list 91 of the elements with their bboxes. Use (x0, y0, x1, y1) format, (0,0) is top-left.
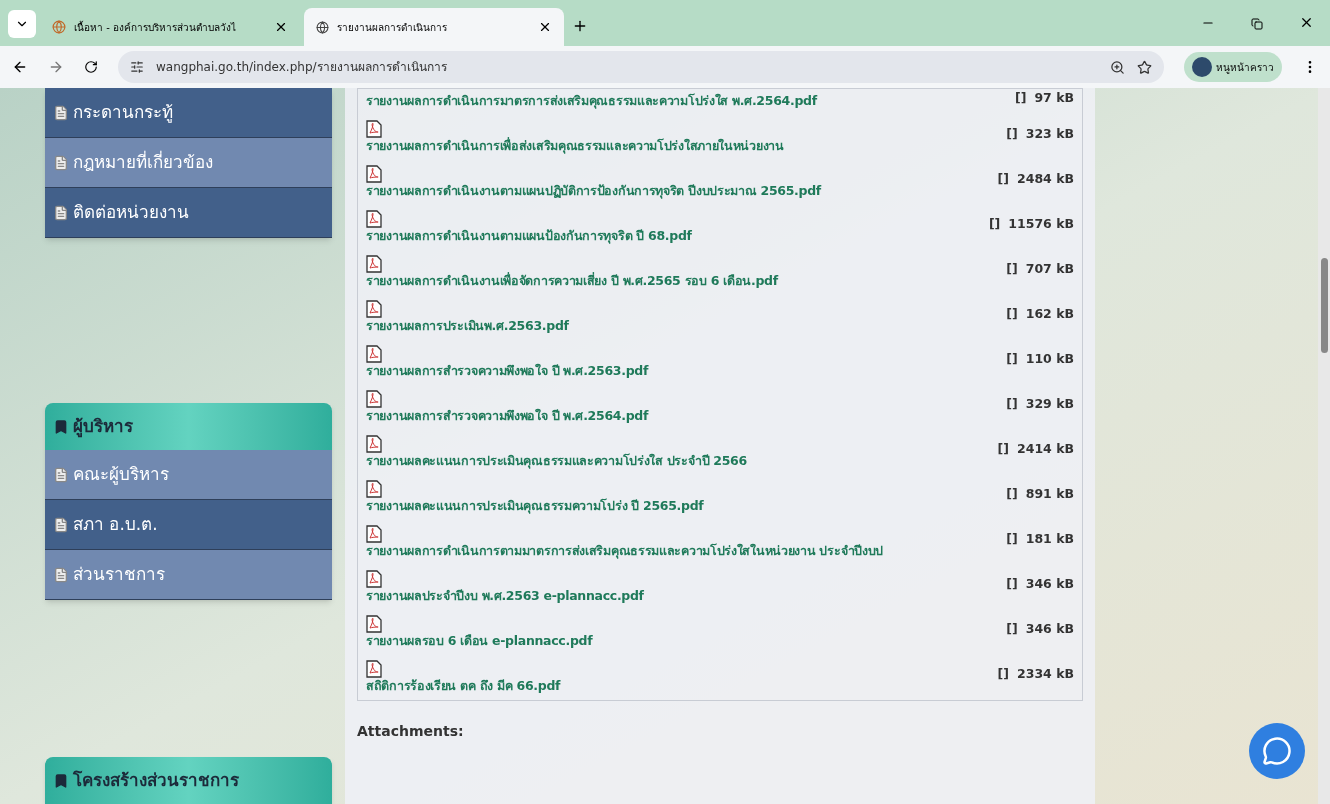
pdf-file-icon (366, 255, 382, 274)
file-marker: [] (1006, 575, 1018, 593)
zoom-icon[interactable] (1110, 59, 1125, 75)
sidebar-menu-item[interactable]: ส่วนราชการ (45, 550, 332, 600)
file-link[interactable]: สถิติการร้องเรียน ตค ถึง มีค 66.pdf (366, 678, 984, 694)
pdf-file-icon (366, 570, 382, 589)
close-icon[interactable] (538, 20, 552, 34)
chat-bubble-icon (1262, 736, 1292, 766)
pdf-file-icon (366, 435, 382, 454)
pdf-file-icon (366, 345, 382, 364)
forward-icon[interactable] (48, 59, 64, 75)
file-link[interactable]: รายงานผลการดำเนินงานตามแผนปฏิบัติการป้องกันการทุจริต ปีงบประมาณ 2565.pdf (366, 183, 984, 199)
file-size: 2414 kB (1017, 440, 1074, 458)
file-size: 346 kB (1025, 620, 1074, 638)
file-size: 329 kB (1025, 395, 1074, 413)
menu-section-title: ผู้บริหาร (73, 414, 133, 440)
file-size: 162 kB (1025, 305, 1074, 323)
file-size: 2484 kB (1017, 170, 1074, 188)
file-link[interactable]: รายงานผลรอบ 6 เดือน e-plannacc.pdf (366, 633, 984, 649)
document-icon (53, 154, 69, 171)
site-settings-icon[interactable] (130, 60, 144, 74)
file-size: 181 kB (1025, 530, 1074, 548)
pdf-file-icon (366, 300, 382, 319)
bookmark-icon (53, 772, 69, 789)
document-icon (53, 566, 69, 583)
file-marker: [] (997, 665, 1009, 683)
site-icon (52, 20, 66, 34)
bookmark-star-icon[interactable] (1137, 59, 1152, 75)
profile-button[interactable]: หนูหน้าคราว (1184, 52, 1282, 82)
file-size: 891 kB (1025, 485, 1074, 503)
back-icon[interactable] (12, 59, 28, 75)
file-size: 323 kB (1025, 125, 1074, 143)
file-link[interactable]: รายงานผลการสำรวจความพึงพอใจ ปี พ.ศ.2564.pdf (366, 408, 984, 424)
address-bar[interactable]: wangphai.go.th/index.php/รายงานผลการดำเนินการ (118, 51, 1164, 83)
file-size: 2334 kB (1017, 665, 1074, 683)
file-marker: [] (1006, 260, 1018, 278)
file-link[interactable]: รายงานผลการดำเนินการมาตรการส่งเสริมคุณธรรมและความโปร่งใส พ.ศ.2564.pdf (366, 93, 984, 109)
file-marker: [] (1006, 395, 1018, 413)
sidebar-menu-item[interactable]: กระดานกระทู้ (45, 88, 332, 138)
attachments-label: Attachments: (357, 722, 465, 741)
browser-tab[interactable]: เนื้อหา - องค์การบริหารส่วนตำบลวังไ (40, 8, 300, 46)
avatar-icon (1192, 57, 1212, 77)
file-size: 707 kB (1025, 260, 1074, 278)
document-icon (53, 204, 69, 221)
close-window-icon[interactable] (1299, 15, 1314, 30)
file-marker: [] (1006, 530, 1018, 548)
pdf-file-icon (366, 210, 382, 229)
file-size: 11576 kB (1008, 215, 1074, 233)
file-link[interactable]: รายงานผลการดำเนินการเพื่อส่งเสริมคุณธรรมและความโปร่งใสภายในหน่วยงาน (366, 138, 984, 154)
file-marker: [] (1006, 125, 1018, 143)
chat-button[interactable] (1249, 723, 1305, 779)
file-marker: [] (1006, 620, 1018, 638)
file-link[interactable]: รายงานผลประจำปีงบ พ.ศ.2563 e-plannacc.pdf (366, 588, 984, 604)
bookmark-icon (53, 418, 69, 435)
file-size: 346 kB (1025, 575, 1074, 593)
file-link[interactable]: รายงานผลคะแนนการประเมินคุณธรรมและความโปร่งใส ประจำปี 2566 (366, 453, 984, 469)
pdf-file-icon (366, 480, 382, 499)
site-icon (316, 20, 329, 34)
file-link[interactable]: รายงานผลคะแนนการประเมินคุณธรรมความโปร่ง ปี 2565.pdf (366, 498, 984, 514)
document-icon (53, 516, 69, 533)
file-marker: [] (997, 170, 1009, 188)
sidebar-menu-item[interactable]: ติดต่อหน่วยงาน (45, 188, 332, 238)
file-link[interactable]: รายงานผลการดำเนินงานตามแผนป้องกันการทุจริต ปี 68.pdf (366, 228, 984, 244)
file-marker: [] (988, 215, 1001, 233)
sidebar-menu-item[interactable]: คณะผู้บริหาร (45, 450, 332, 500)
file-link[interactable]: รายงานผลการสำรวจความพึงพอใจ ปี พ.ศ.2563.pdf (366, 363, 984, 379)
browser-tab[interactable]: รายงานผลการดำเนินการ (304, 8, 564, 46)
close-icon[interactable] (274, 20, 288, 34)
pdf-file-icon (366, 660, 382, 679)
reload-icon[interactable] (84, 60, 98, 74)
file-marker: [] (1006, 350, 1018, 368)
file-marker: [] (1006, 305, 1018, 323)
document-icon (53, 466, 69, 483)
scrollbar-thumb[interactable] (1320, 258, 1328, 353)
file-link[interactable]: รายงานผลการประเมินพ.ศ.2563.pdf (366, 318, 984, 334)
pdf-file-icon (366, 390, 382, 409)
restore-icon[interactable] (1251, 18, 1263, 30)
pdf-file-icon (366, 615, 382, 634)
new-tab-icon[interactable] (572, 18, 588, 34)
file-marker: [] (997, 440, 1009, 458)
menu-section-title: โครงสร้างส่วนราชการ (73, 768, 239, 792)
document-icon (53, 104, 69, 121)
pdf-file-icon (366, 120, 382, 139)
file-link[interactable]: รายงานผลการดำเนินการตามมาตรการส่งเสริมคุณธรรมและความโปร่งใสในหน่วยงาน ประจำปีงบป (366, 543, 984, 559)
file-link[interactable]: รายงานผลการดำเนินงานเพื่อจัดการความเสี่ยง ปี พ.ศ.2565 รอบ 6 เดือน.pdf (366, 273, 984, 289)
file-marker: [] (1014, 89, 1027, 107)
pdf-file-icon (366, 165, 382, 184)
file-size: 97 kB (1034, 89, 1074, 107)
pdf-file-icon (366, 525, 382, 544)
file-size: 110 kB (1025, 350, 1074, 368)
file-marker: [] (1006, 485, 1018, 503)
